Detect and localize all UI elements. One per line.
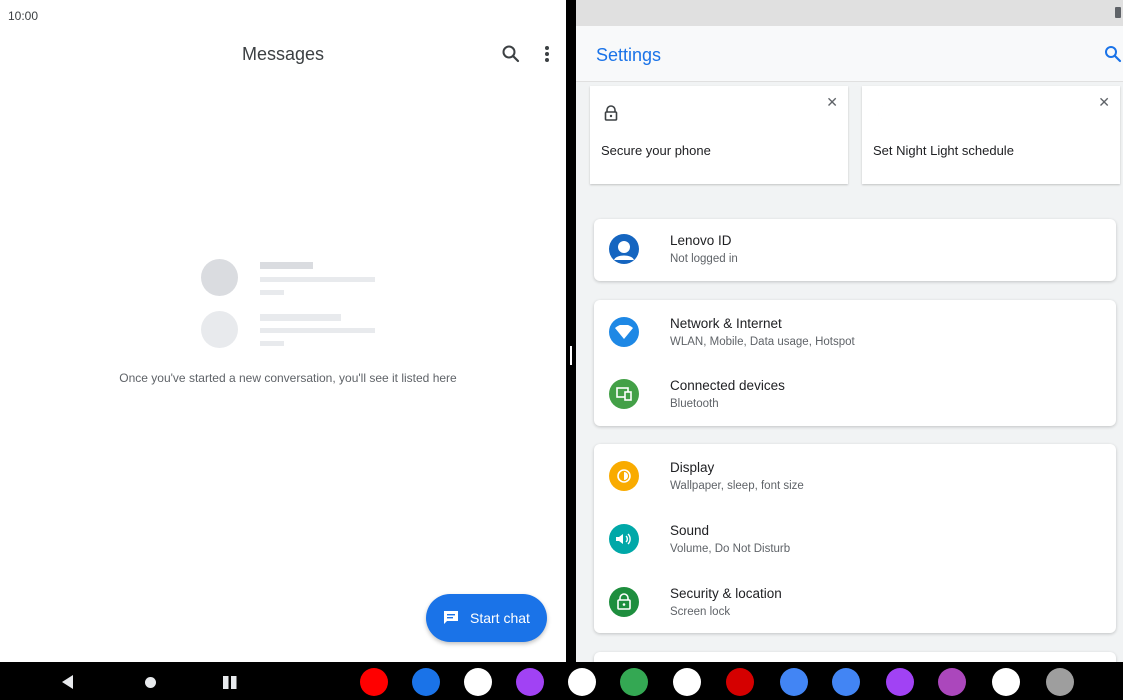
placeholder-line (260, 262, 313, 269)
placeholder-avatar (201, 311, 238, 348)
suggestion-label: Set Night Light schedule (873, 143, 1014, 158)
item-title: Sound (670, 523, 710, 538)
contacts-icon[interactable] (832, 668, 860, 696)
moon-icon (874, 104, 892, 122)
settings-app: Settings ✕ Secure your phone ✕ Set Night… (576, 0, 1123, 662)
youtube-icon[interactable] (360, 668, 388, 696)
more-options-icon[interactable] (539, 43, 555, 65)
item-subtitle: WLAN, Mobile, Data usage, Hotspot (670, 336, 855, 348)
suggestion-night-light[interactable]: ✕ Set Night Light schedule (862, 86, 1120, 184)
item-title: Network & Internet (670, 316, 782, 331)
recorder-icon[interactable] (938, 668, 966, 696)
lock-icon (609, 587, 639, 617)
settings-item-sound[interactable]: Sound Volume, Do Not Disturb (594, 509, 1116, 571)
volume-icon (609, 524, 639, 554)
lock-icon (602, 104, 620, 122)
item-subtitle: Bluetooth (670, 398, 719, 410)
status-time: 10:00 (8, 9, 39, 23)
gmail-icon[interactable] (568, 668, 596, 696)
settings-item-connected-devices[interactable]: Connected devices Bluetooth (594, 364, 1116, 426)
page-title: Messages (241, 44, 325, 64)
placeholder-line (260, 341, 284, 346)
item-title: Security & location (670, 586, 782, 601)
settings-title: Settings (596, 45, 662, 65)
close-icon[interactable]: ✕ (826, 94, 838, 111)
item-subtitle: Not logged in (670, 253, 738, 265)
search-icon[interactable] (1103, 44, 1123, 64)
settings-gear-icon[interactable] (1046, 668, 1074, 696)
screen-record-icon[interactable] (992, 668, 1020, 696)
item-subtitle: Volume, Do Not Disturb (670, 543, 791, 555)
placeholder-line (260, 277, 375, 282)
close-icon[interactable]: ✕ (1098, 94, 1110, 111)
photos-icon[interactable] (464, 668, 492, 696)
settings-item-network[interactable]: Network & Internet WLAN, Mobile, Data us… (594, 302, 1116, 364)
suggestion-secure-phone[interactable]: ✕ Secure your phone (590, 86, 848, 184)
battery-icon (1115, 7, 1121, 18)
chat-icon (444, 611, 458, 624)
item-subtitle: Wallpaper, sleep, font size (670, 480, 804, 492)
item-title: Lenovo ID (670, 233, 732, 248)
start-chat-button[interactable]: Start chat (426, 594, 547, 642)
devices-icon (609, 379, 639, 409)
tips-icon[interactable] (516, 668, 544, 696)
drive-icon[interactable] (673, 668, 701, 696)
home-icon[interactable] (144, 676, 157, 694)
back-icon[interactable] (62, 675, 74, 694)
settings-header: Settings (576, 26, 1123, 82)
settings-item-security[interactable]: Security & location Screen lock (594, 572, 1116, 634)
account-card: Lenovo ID Not logged in (594, 219, 1116, 281)
suggestion-label: Secure your phone (601, 143, 711, 158)
item-title: Display (670, 460, 715, 475)
empty-state-text: Once you've started a new conversation, … (119, 371, 457, 385)
placeholder-line (260, 328, 375, 333)
wifi-icon (609, 317, 639, 347)
device-card: Display Wallpaper, sleep, font size Soun… (594, 444, 1116, 633)
start-chat-label: Start chat (470, 610, 530, 626)
maps-icon[interactable] (620, 668, 648, 696)
connectivity-card: Network & Internet WLAN, Mobile, Data us… (594, 300, 1116, 426)
placeholder-avatar (201, 259, 238, 296)
next-card (594, 652, 1116, 662)
divider-handle[interactable] (570, 346, 572, 365)
settings-item-display[interactable]: Display Wallpaper, sleep, font size (594, 446, 1116, 508)
notes-icon[interactable] (886, 668, 914, 696)
placeholder-line (260, 314, 341, 321)
settings-item-lenovo-id[interactable]: Lenovo ID Not logged in (594, 219, 1116, 281)
meet-icon[interactable] (412, 668, 440, 696)
recents-icon[interactable] (223, 676, 237, 694)
status-bar (576, 0, 1123, 26)
account-icon (609, 234, 639, 264)
item-title: Connected devices (670, 378, 785, 393)
split-divider[interactable] (566, 0, 576, 662)
search-icon[interactable] (500, 43, 522, 65)
play-music-icon[interactable] (726, 668, 754, 696)
item-subtitle: Screen lock (670, 606, 731, 618)
brightness-icon (609, 461, 639, 491)
gallery-icon[interactable] (780, 668, 808, 696)
placeholder-line (260, 290, 284, 295)
messages-app: 10:00 Messages Once you've started a new… (0, 0, 566, 662)
